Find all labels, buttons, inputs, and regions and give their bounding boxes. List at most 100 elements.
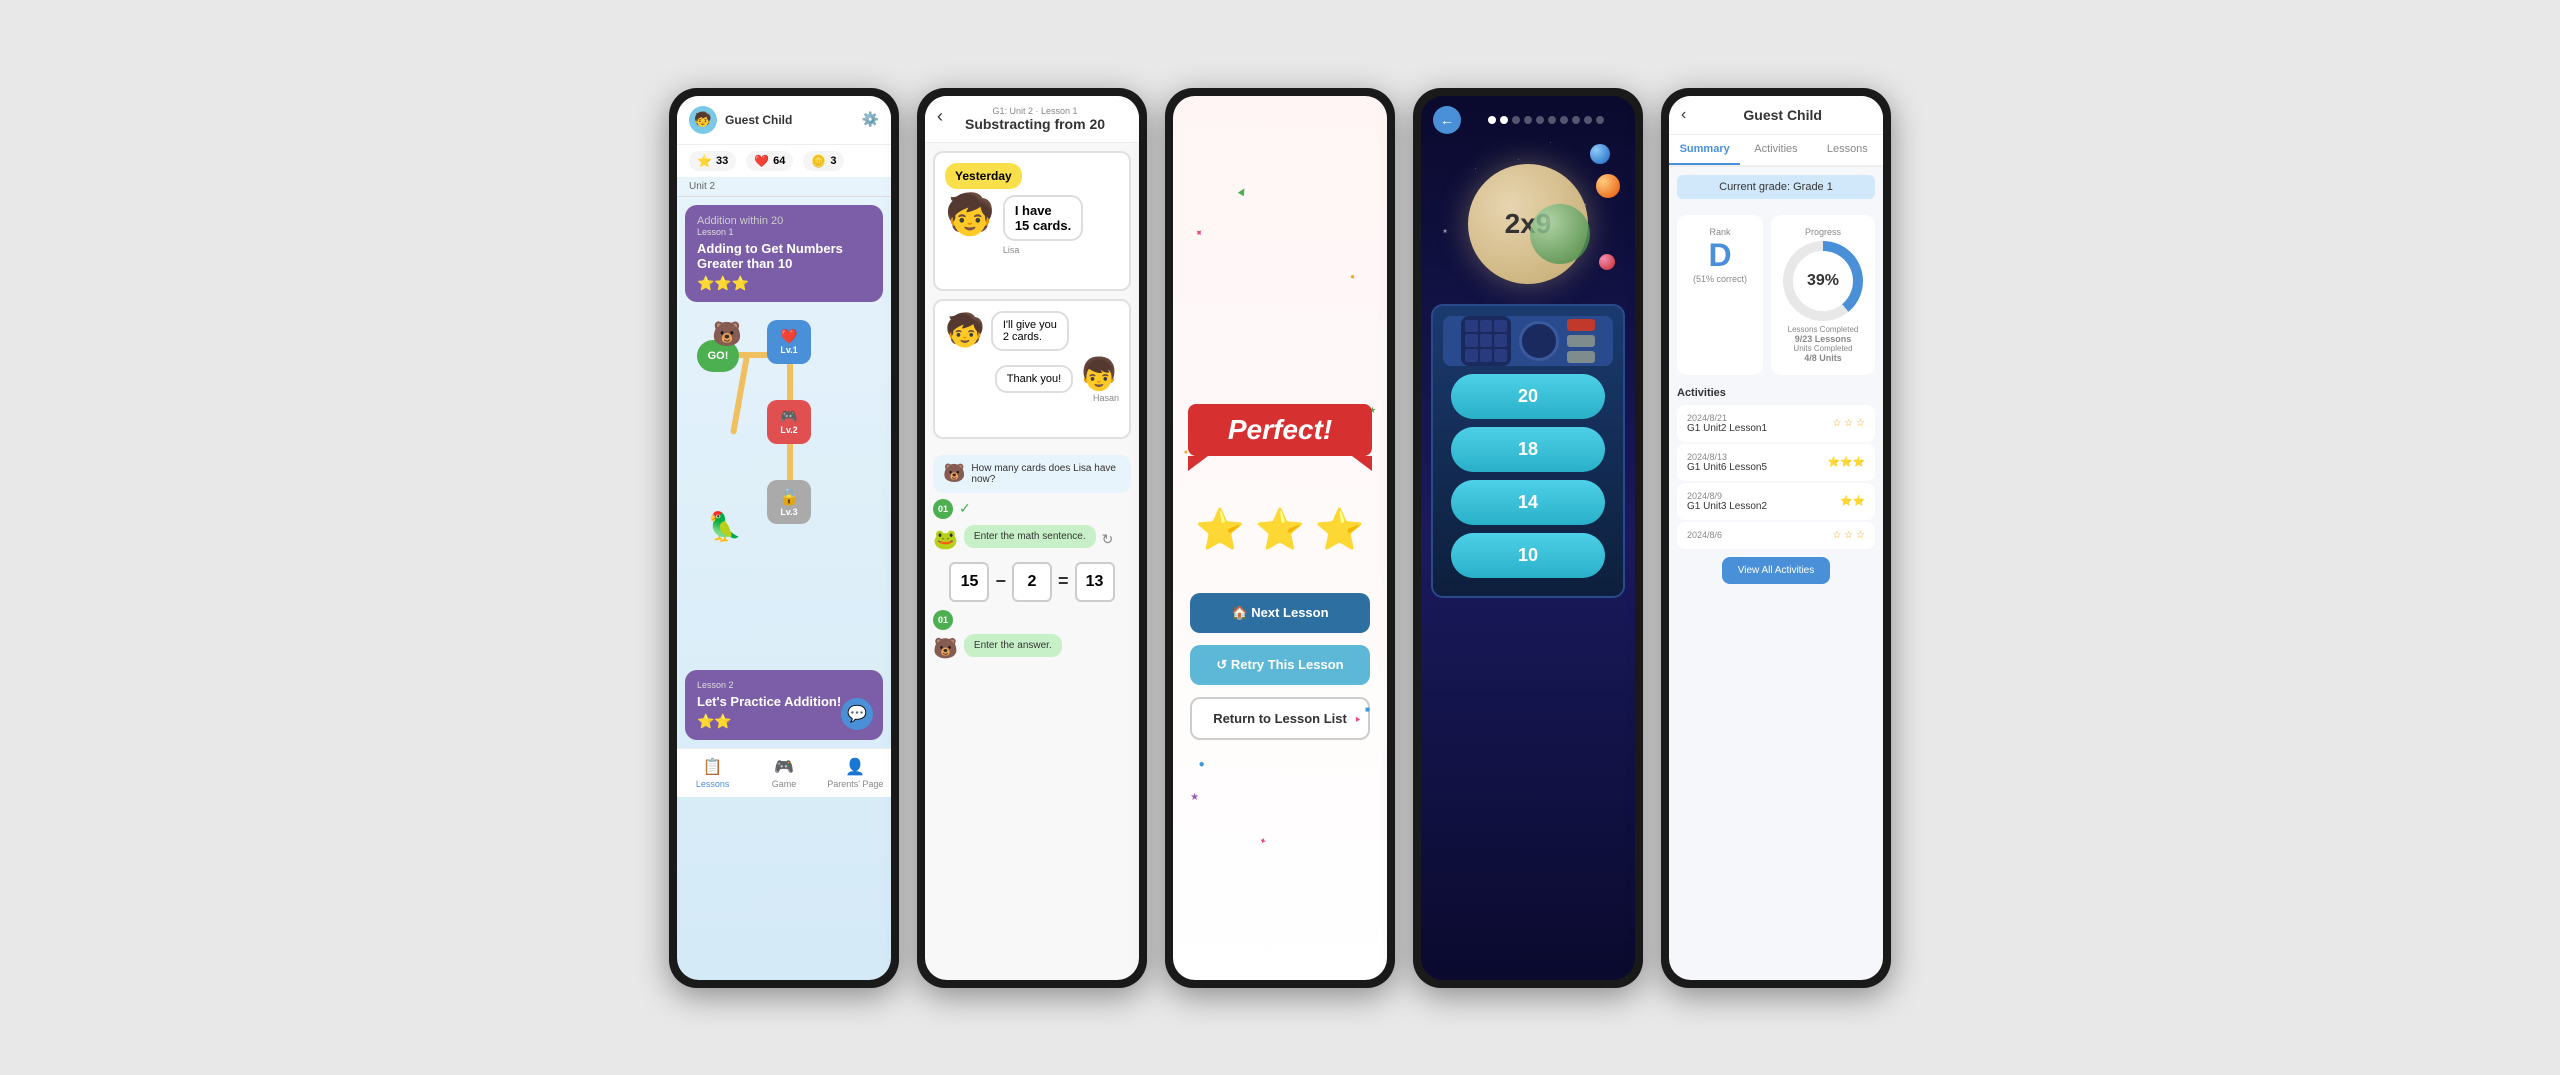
p3-perfect-text: Perfect! (1228, 414, 1332, 445)
p1-nav-game[interactable]: 🎮 Game (748, 757, 819, 789)
heart-icon: ❤️ (754, 154, 769, 168)
p1-lesson-number: Lesson 1 (697, 227, 871, 237)
p4-cockpit-controls (1443, 316, 1613, 366)
p4-back-button[interactable]: ← (1433, 106, 1461, 134)
p3-return-btn[interactable]: Return to Lesson List (1190, 697, 1370, 740)
phone-4: ★ · ★ · ★ · · ★ · ← (1413, 88, 1643, 988)
back-button[interactable]: ‹ (937, 106, 943, 127)
lessons-completed-label: Lessons Completed (1788, 325, 1859, 334)
p3-banner: Perfect! (1188, 404, 1372, 456)
ctrl-btn (1494, 320, 1507, 333)
p5-view-all-btn[interactable]: View All Activities (1722, 557, 1831, 584)
settings-icon[interactable]: ⚙️ (862, 111, 879, 128)
ctrl-btn (1480, 320, 1493, 333)
p1-node-lv3[interactable]: 🔒 Lv.3 (767, 480, 811, 524)
refresh-icon[interactable]: ↻ (1102, 531, 1114, 548)
p1-node-lv1[interactable]: ❤️ Lv.1 (767, 320, 811, 364)
parents-nav-label: Parents' Page (827, 779, 883, 789)
p3-banner-container: Perfect! (1188, 404, 1372, 486)
p4-dot-7 (1560, 116, 1568, 124)
ctrl-btn (1480, 334, 1493, 347)
p2-answer-bubble: Enter the math sentence. (964, 525, 1096, 548)
p4-answer-14[interactable]: 14 (1451, 480, 1605, 525)
p4-dot-2 (1500, 116, 1508, 124)
p2-lisa-char: 🧒 (945, 195, 995, 235)
p2-question-bubble: 🐻 How many cards does Lisa have now? (933, 455, 1131, 493)
p2-hasan-char: 👦 (1079, 355, 1119, 393)
bear-mascot-icon: 🐻 (943, 463, 965, 484)
p5-units-completed: Units Completed 4/8 Units (1793, 344, 1852, 363)
ctrl-gray (1567, 335, 1595, 347)
p1-lesson-name: Adding to Get Numbers Greater than 10 (697, 241, 871, 271)
p3-next-lesson-btn[interactable]: 🏠 Next Lesson (1190, 593, 1370, 633)
p2-frog-char: 🐸 (933, 527, 958, 552)
p5-back-button[interactable]: ‹ (1681, 106, 1686, 124)
p1-unit-badge: Unit 2 (677, 177, 891, 197)
p4-answer-10[interactable]: 10 (1451, 533, 1605, 578)
p2-header: ‹ G1: Unit 2 · Lesson 1 Substracting fro… (925, 96, 1139, 143)
p5-activity-2-info: 2024/8/13 G1 Unit6 Lesson5 (1687, 452, 1820, 473)
p3-retry-btn[interactable]: ↺ Retry This Lesson (1190, 645, 1370, 685)
p5-child-name: Guest Child (1694, 107, 1871, 123)
p2-answer-bubble-row: 🐸 Enter the math sentence. ↻ (933, 525, 1131, 554)
p5-activity-1-date: 2024/8/21 (1687, 413, 1825, 423)
p1-lesson-card-1[interactable]: Addition within 20 Lesson 1 Adding to Ge… (685, 205, 883, 302)
p1-stat-stars: ⭐ 33 (689, 151, 736, 171)
p1-lesson-card-2[interactable]: Lesson 2 Let's Practice Addition! ⭐⭐ 💬 (685, 670, 883, 740)
p5-tab-summary[interactable]: Summary (1669, 135, 1740, 165)
p2-prompt-row: 🐻 Enter the answer. (933, 634, 1131, 663)
p4-dot-3 (1512, 116, 1520, 124)
p2-answer-indicator: 01 (933, 499, 953, 519)
p5-activity-2-name: G1 Unit6 Lesson5 (1687, 462, 1820, 473)
p5-progress-label: Progress (1805, 227, 1841, 237)
p5-activity-3-stars: ⭐⭐ (1840, 496, 1865, 507)
p4-dot-10 (1596, 116, 1604, 124)
planet-red (1599, 254, 1615, 270)
chat-icon[interactable]: 💬 (841, 698, 873, 730)
p4-dot-1 (1488, 116, 1496, 124)
lessons-completed-value: 9/23 Lessons (1788, 334, 1859, 344)
phone-5-screen: ‹ Guest Child Summary Activities Lessons… (1669, 96, 1883, 980)
p3-star-1: ⭐ (1195, 506, 1245, 553)
p4-dot-4 (1524, 116, 1532, 124)
p2-question-text: How many cards does Lisa have now? (971, 463, 1121, 485)
phone-2-screen: ‹ G1: Unit 2 · Lesson 1 Substracting fro… (925, 96, 1139, 980)
p2-character-name-1: Lisa (1003, 245, 1083, 255)
p4-answer-18[interactable]: 18 (1451, 427, 1605, 472)
p5-progress-card: Progress 39% Lessons Completed 9/23 Less… (1771, 215, 1875, 375)
avatar: 🧒 (689, 106, 717, 134)
p4-progress-dots (1469, 116, 1623, 124)
game-nav-label: Game (772, 779, 797, 789)
p1-nav-parents[interactable]: 👤 Parents' Page (820, 757, 891, 789)
p4-answer-20[interactable]: 20 (1451, 374, 1605, 419)
p2-math-num2: 2 (1012, 562, 1052, 602)
p2-answer-row-2: 01 (933, 610, 1131, 630)
phone-1-screen: 🧒 Guest Child ⚙️ ⭐ 33 ❤️ 64 🪙 3 (677, 96, 891, 980)
p2-subtitle: G1: Unit 2 · Lesson 1 (937, 106, 1127, 116)
p5-activity-4-stars: ☆ ☆ ☆ (1833, 530, 1865, 541)
p5-activity-2-date: 2024/8/13 (1687, 452, 1820, 462)
p5-grade-letter: D (1708, 237, 1731, 274)
p1-coins-value: 3 (830, 155, 836, 167)
game-nav-icon: 🎮 (774, 757, 794, 777)
p4-dot-9 (1584, 116, 1592, 124)
p5-activity-3-name: G1 Unit3 Lesson2 (1687, 501, 1832, 512)
p1-bear: 🐻 (712, 320, 742, 349)
p1-node-lv2[interactable]: 🎮 Lv.2 (767, 400, 811, 444)
p2-title: Substracting from 20 (937, 116, 1127, 132)
p4-cockpit: 20 18 14 10 (1431, 304, 1625, 598)
p1-header: 🧒 Guest Child ⚙️ (677, 96, 891, 145)
p5-activity-2-stars: ⭐⭐⭐ (1828, 457, 1865, 468)
ctrl-btn (1465, 334, 1478, 347)
p1-lesson-title: Addition within 20 (697, 215, 871, 227)
ctrl-btn (1465, 320, 1478, 333)
p5-tab-activities[interactable]: Activities (1740, 135, 1811, 165)
p1-nav-lessons[interactable]: 📋 Lessons (677, 757, 748, 789)
p2-math-result: 13 (1075, 562, 1115, 602)
lock-icon: 🔒 (779, 487, 799, 507)
p5-tab-lessons[interactable]: Lessons (1812, 135, 1883, 165)
p1-bird: 🦜 (707, 510, 742, 543)
p5-activity-3-date: 2024/8/9 (1687, 491, 1832, 501)
units-completed-label: Units Completed (1793, 344, 1852, 353)
p1-stars-value: 33 (716, 155, 728, 167)
